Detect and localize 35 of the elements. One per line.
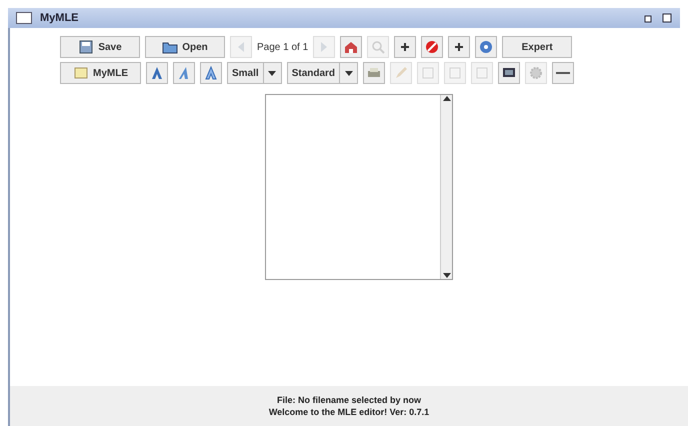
dropdown[interactable]: Small	[227, 62, 282, 84]
dash-icon	[556, 72, 570, 74]
expert-button[interactable]: Expert	[502, 36, 572, 58]
stop-icon	[424, 39, 440, 55]
square-icon	[474, 65, 490, 81]
magnifier-icon	[370, 39, 386, 55]
letter-icon	[203, 65, 219, 81]
up-arrow-icon[interactable]	[442, 95, 450, 103]
scrollbar[interactable]	[440, 95, 452, 279]
maximize-icon[interactable]	[662, 13, 672, 23]
pencil-icon	[393, 65, 410, 81]
icon-button[interactable]	[394, 36, 416, 58]
toolbar-button[interactable]: Save	[60, 36, 140, 58]
window-icon	[16, 12, 32, 24]
note-icon	[73, 65, 89, 81]
status-text: File: No filename selected by now	[276, 394, 422, 406]
square-icon	[447, 65, 464, 81]
caret-icon	[268, 70, 276, 76]
home-icon	[343, 39, 360, 55]
toolbar-button[interactable]: Open	[145, 36, 225, 58]
page-label: Page 1 of 1	[257, 40, 308, 54]
dropdown[interactable]: Standard	[286, 62, 358, 84]
gear-icon	[528, 65, 544, 81]
icon-button[interactable]	[448, 36, 470, 58]
toolbar-button[interactable]: MyMLE	[60, 62, 141, 84]
letter-icon	[149, 65, 165, 81]
save-icon	[78, 39, 94, 55]
down-arrow-icon[interactable]	[442, 271, 450, 279]
icon-button[interactable]	[552, 62, 574, 84]
restore-icon[interactable]	[644, 13, 654, 23]
icon-button[interactable]	[498, 62, 520, 84]
caret-icon	[344, 70, 353, 76]
square-icon	[420, 65, 436, 81]
status-text: Welcome to the MLE editor! Ver: 0.7.1	[268, 406, 430, 418]
window-title: MyMLE	[40, 10, 78, 26]
